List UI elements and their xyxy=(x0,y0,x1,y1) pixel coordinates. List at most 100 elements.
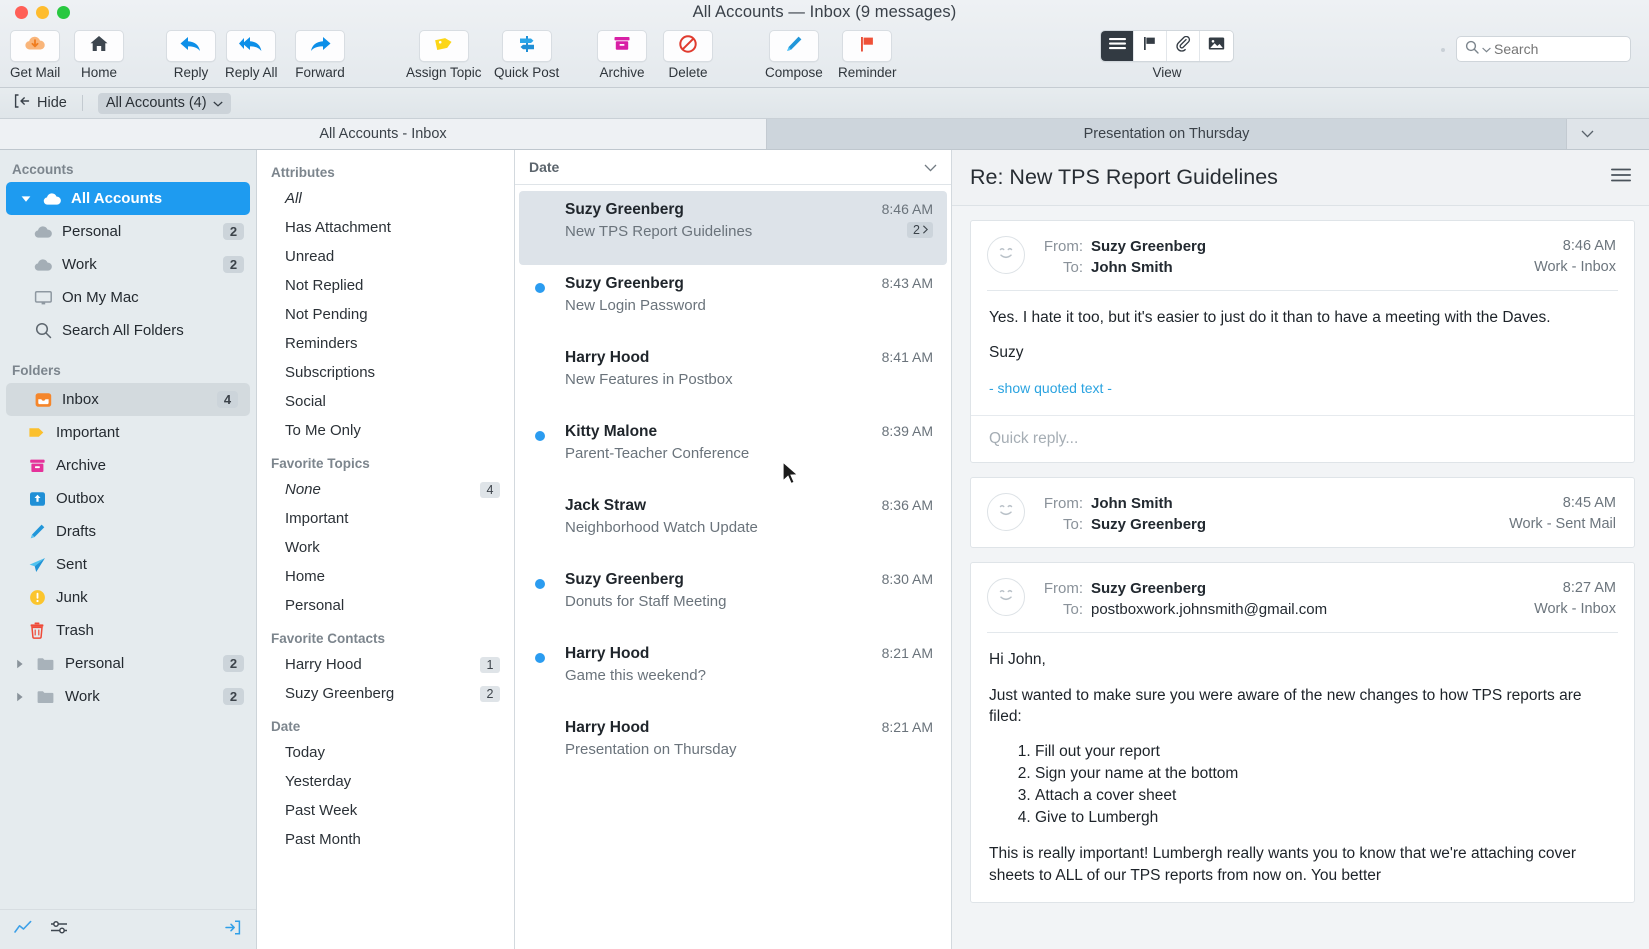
sliders-icon[interactable] xyxy=(50,920,68,940)
show-quoted-text-link[interactable]: - show quoted text - xyxy=(989,380,1112,396)
sidebar-item-sent[interactable]: Sent xyxy=(0,548,256,581)
reply-button[interactable]: Reply xyxy=(166,30,216,80)
attribute-item-not-replied[interactable]: Not Replied xyxy=(257,271,514,300)
search-field[interactable] xyxy=(1456,36,1631,62)
date-item-past-week[interactable]: Past Week xyxy=(257,796,514,825)
reply-all-button[interactable]: Reply All xyxy=(225,30,278,80)
thread-count-badge[interactable]: 2 xyxy=(907,222,933,238)
table-row[interactable]: Suzy Greenberg New TPS Report Guidelines… xyxy=(519,191,947,265)
topic-item-important[interactable]: Important xyxy=(257,504,514,533)
table-row[interactable]: Harry Hood New Features in Postbox 8:41 … xyxy=(519,339,947,413)
attribute-item-reminders[interactable]: Reminders xyxy=(257,329,514,358)
tab-presentation-on-thursday[interactable]: Presentation on Thursday xyxy=(767,119,1567,149)
compose-button[interactable]: Compose xyxy=(765,30,823,80)
disclosure-right-icon[interactable] xyxy=(12,692,27,702)
sidebar-scroll[interactable]: Accounts All Accounts Personal 2 Work 2 … xyxy=(0,150,256,909)
tab-all-accounts-inbox[interactable]: All Accounts - Inbox xyxy=(0,119,767,149)
message-list-rows[interactable]: Suzy Greenberg New TPS Report Guidelines… xyxy=(515,185,951,949)
view-list-button[interactable] xyxy=(1101,31,1134,61)
delete-label: Delete xyxy=(668,65,708,80)
avatar xyxy=(987,578,1025,617)
date-item-past-month[interactable]: Past Month xyxy=(257,825,514,854)
message-to-value[interactable]: postboxwork.johnsmith@gmail.com xyxy=(1091,599,1327,620)
sidebar-item-drafts[interactable]: Drafts xyxy=(0,515,256,548)
table-row[interactable]: Suzy Greenberg Donuts for Staff Meeting … xyxy=(519,561,947,635)
search-input[interactable] xyxy=(1494,41,1619,57)
quick-reply-field[interactable]: Quick reply... xyxy=(971,415,1634,462)
view-images-button[interactable] xyxy=(1200,31,1233,61)
message-from-value[interactable]: John Smith xyxy=(1091,493,1173,514)
topic-item-none[interactable]: None 4 xyxy=(257,475,514,504)
chevron-down-icon[interactable] xyxy=(924,159,937,175)
date-item-yesterday[interactable]: Yesterday xyxy=(257,767,514,796)
message-card[interactable]: From: Suzy Greenberg To: postboxwork.joh… xyxy=(970,562,1635,903)
reminder-button[interactable]: Reminder xyxy=(838,30,897,80)
message-from-value[interactable]: Suzy Greenberg xyxy=(1091,578,1206,599)
sidebar-item-important[interactable]: Important xyxy=(0,416,256,449)
attribute-item-subscriptions[interactable]: Subscriptions xyxy=(257,358,514,387)
get-mail-button[interactable]: Get Mail xyxy=(10,30,60,80)
message-list[interactable]: Date Suzy Greenberg New TPS Report Guide… xyxy=(515,150,952,949)
attribute-item-has-attachment[interactable]: Has Attachment xyxy=(257,213,514,242)
table-row[interactable]: Harry Hood Game this weekend? 8:21 AM xyxy=(519,635,947,709)
quick-post-button[interactable]: Quick Post xyxy=(494,30,559,80)
sidebar-item-trash[interactable]: Trash xyxy=(0,614,256,647)
sidebar-item-work-account[interactable]: Work 2 xyxy=(0,248,256,281)
forward-button[interactable]: Forward xyxy=(295,30,345,80)
sidebar-item-archive[interactable]: Archive xyxy=(0,449,256,482)
sidebar-item-inbox[interactable]: Inbox 4 xyxy=(6,383,250,416)
attribute-item-not-pending[interactable]: Not Pending xyxy=(257,300,514,329)
date-item-today[interactable]: Today xyxy=(257,738,514,767)
sidebar-item-label: Archive xyxy=(56,457,107,474)
conversation-body[interactable]: From: Suzy Greenberg To: John Smith 8:46… xyxy=(952,206,1649,949)
attribute-item-social[interactable]: Social xyxy=(257,387,514,416)
folder-icon xyxy=(35,656,57,672)
date-label: Today xyxy=(285,744,326,761)
message-to-value[interactable]: John Smith xyxy=(1091,257,1173,278)
account-filter-popup[interactable]: All Accounts (4) xyxy=(97,92,231,114)
disclosure-down-icon[interactable] xyxy=(18,195,33,203)
message-paragraph: Just wanted to make sure you were aware … xyxy=(989,686,1582,725)
contact-item-harry-hood[interactable]: Harry Hood 1 xyxy=(257,650,514,679)
topic-item-home[interactable]: Home xyxy=(257,562,514,591)
table-row[interactable]: Harry Hood Presentation on Thursday 8:21… xyxy=(519,709,947,783)
tab-overflow-button[interactable] xyxy=(1567,119,1607,149)
search-scope-chevron-icon[interactable] xyxy=(1482,40,1491,58)
topic-label: Home xyxy=(285,568,326,585)
activity-icon[interactable] xyxy=(14,920,32,939)
sidebar-item-personal-folder[interactable]: Personal 2 xyxy=(0,647,256,680)
sidebar-item-all-accounts[interactable]: All Accounts xyxy=(6,182,250,215)
hamburger-menu-icon[interactable] xyxy=(1611,168,1631,187)
sidebar-item-search-all-folders[interactable]: Search All Folders xyxy=(0,314,256,347)
sidebar-item-personal-account[interactable]: Personal 2 xyxy=(0,215,256,248)
message-to-value[interactable]: Suzy Greenberg xyxy=(1091,514,1206,535)
attribute-item-to-me-only[interactable]: To Me Only xyxy=(257,416,514,445)
archive-button[interactable]: Archive xyxy=(597,30,647,80)
view-flagged-button[interactable] xyxy=(1134,31,1167,61)
sidebar-item-work-folder[interactable]: Work 2 xyxy=(0,680,256,713)
attributes-panel[interactable]: Attributes All Has Attachment Unread Not… xyxy=(257,150,515,949)
sign-out-icon[interactable] xyxy=(224,919,242,940)
sidebar-item-outbox[interactable]: Outbox xyxy=(0,482,256,515)
topic-item-work[interactable]: Work xyxy=(257,533,514,562)
message-card[interactable]: From: Suzy Greenberg To: John Smith 8:46… xyxy=(970,220,1635,464)
delete-button[interactable]: Delete xyxy=(663,30,713,80)
message-list-header[interactable]: Date xyxy=(515,150,951,185)
sidebar-item-junk[interactable]: Junk xyxy=(0,581,256,614)
disclosure-right-icon[interactable] xyxy=(12,659,27,669)
table-row[interactable]: Jack Straw Neighborhood Watch Update 8:3… xyxy=(519,487,947,561)
message-from-value[interactable]: Suzy Greenberg xyxy=(1091,236,1206,257)
table-row[interactable]: Suzy Greenberg New Login Password 8:43 A… xyxy=(519,265,947,339)
attribute-item-all[interactable]: All xyxy=(257,184,514,213)
assign-topic-button[interactable]: Assign Topic xyxy=(406,30,482,80)
hide-sidebar-button[interactable]: Hide xyxy=(14,93,67,113)
attribute-label: All xyxy=(285,190,302,207)
message-card[interactable]: From: John Smith To: Suzy Greenberg 8:45… xyxy=(970,477,1635,549)
view-attachments-button[interactable] xyxy=(1167,31,1200,61)
attribute-item-unread[interactable]: Unread xyxy=(257,242,514,271)
sidebar-item-on-my-mac[interactable]: On My Mac xyxy=(0,281,256,314)
contact-item-suzy-greenberg[interactable]: Suzy Greenberg 2 xyxy=(257,679,514,708)
topic-item-personal[interactable]: Personal xyxy=(257,591,514,620)
table-row[interactable]: Kitty Malone Parent-Teacher Conference 8… xyxy=(519,413,947,487)
home-button[interactable]: Home xyxy=(74,30,124,80)
